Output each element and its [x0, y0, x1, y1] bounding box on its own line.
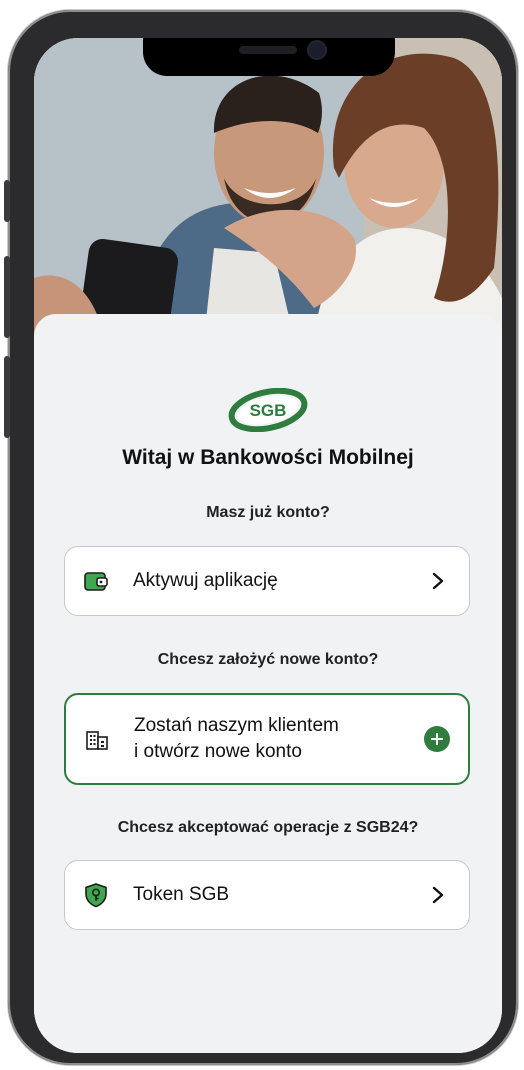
sgb-logo: SGB	[228, 388, 308, 432]
svg-text:SGB: SGB	[250, 401, 287, 420]
welcome-title: Witaj w Bankowości Mobilnej	[122, 446, 414, 469]
welcome-sheet: SGB Witaj w Bankowości Mobilnej Masz już…	[34, 314, 502, 1053]
activate-app-button[interactable]: Aktywuj aplikację	[64, 546, 470, 616]
open-account-label: Zostań naszym klientem i otwórz nowe kon…	[134, 713, 339, 765]
chevron-right-icon	[432, 572, 444, 590]
wallet-icon	[84, 572, 108, 591]
shield-key-icon	[85, 883, 107, 908]
front-camera-icon	[309, 42, 325, 58]
volume-down-button	[4, 356, 10, 438]
app-screen: SGB Witaj w Bankowości Mobilnej Masz już…	[34, 38, 502, 1053]
mute-switch	[4, 180, 10, 222]
hero-photo	[34, 38, 502, 338]
new-account-question: Chcesz założyć nowe konto?	[157, 651, 379, 668]
open-account-line1: Zostań naszym klientem	[134, 715, 339, 736]
token-question: Chcesz akceptować operacje z SGB24?	[117, 819, 419, 836]
token-sgb-button[interactable]: Token SGB	[64, 860, 470, 930]
plus-icon	[424, 726, 450, 752]
open-account-line2: i otwórz nowe konto	[134, 741, 302, 762]
existing-account-question: Masz już konto?	[206, 504, 330, 521]
activate-app-label: Aktywuj aplikację	[133, 570, 278, 591]
chevron-right-icon	[432, 886, 444, 904]
speaker-grille	[239, 46, 297, 54]
volume-up-button	[4, 256, 10, 338]
open-account-button[interactable]: Zostań naszym klientem i otwórz nowe kon…	[64, 693, 470, 785]
token-sgb-label: Token SGB	[133, 884, 230, 905]
phone-notch	[143, 38, 395, 76]
bank-building-icon	[86, 731, 108, 750]
